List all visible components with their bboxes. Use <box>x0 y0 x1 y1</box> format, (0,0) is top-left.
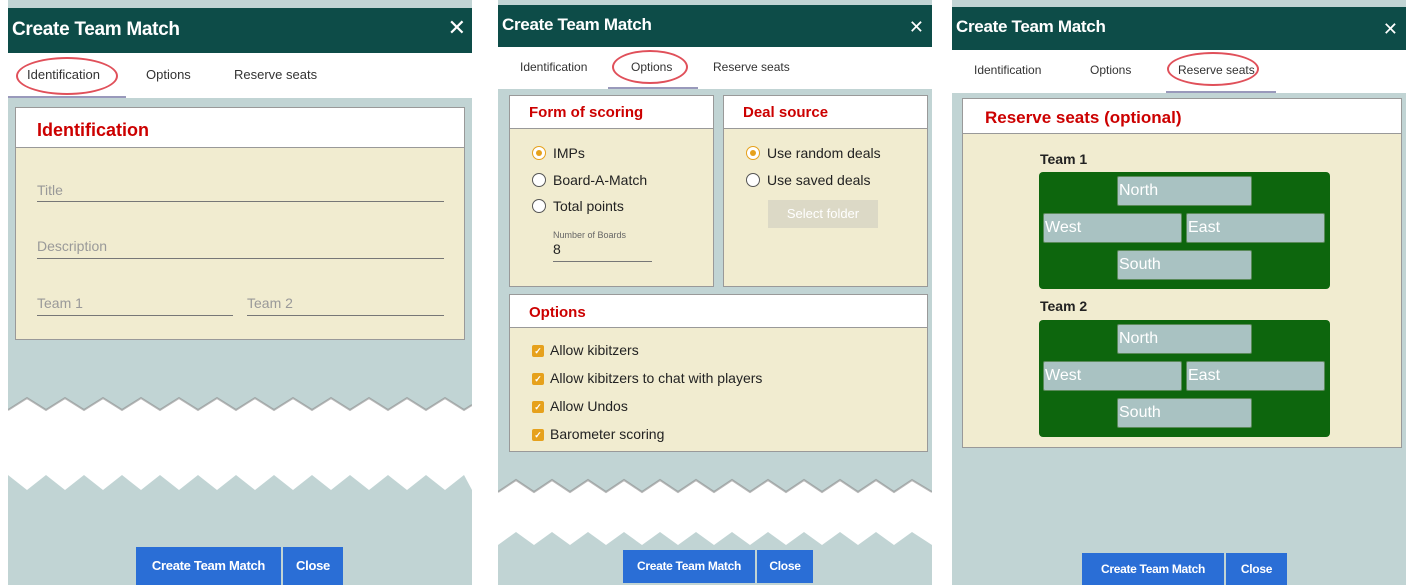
team2-name: Team 2 <box>1040 298 1088 314</box>
imps-label: IMPs <box>553 145 585 161</box>
saved-deals-radio[interactable] <box>746 173 760 187</box>
allow-kibitzers-checkbox[interactable]: ✓ <box>532 345 544 357</box>
boards-label: Number of Boards <box>553 230 627 240</box>
tab-options[interactable]: Options <box>1090 63 1131 77</box>
tab-reserve-seats[interactable]: Reserve seats <box>234 67 317 82</box>
close-button[interactable]: Close <box>757 550 813 583</box>
deal-source-heading: Deal source <box>724 96 927 129</box>
team2-south-seat[interactable]: South <box>1117 398 1252 428</box>
scoring-card: Form of scoring IMPs Board-A-Match Total… <box>509 95 714 287</box>
tab-identification[interactable]: Identification <box>974 63 1041 77</box>
identification-heading: Identification <box>16 108 464 148</box>
tab-identification[interactable]: Identification <box>520 60 587 74</box>
highlight-ring <box>612 50 688 84</box>
reserve-seats-card: Reserve seats (optional) Team 1 North We… <box>962 98 1402 448</box>
highlight-ring <box>16 57 118 95</box>
identification-card: Identification Title Description Team 1 … <box>15 107 465 340</box>
team1-east-seat[interactable]: East <box>1186 213 1325 243</box>
create-team-match-button[interactable]: Create Team Match <box>136 547 281 585</box>
team1-name: Team 1 <box>1040 151 1088 167</box>
dialog-options: Create Team Match ✕ Identification Optio… <box>498 0 932 585</box>
team2-seat-table: North West East South <box>1039 320 1330 437</box>
highlight-ring <box>1167 52 1259 86</box>
board-a-match-label: Board-A-Match <box>553 172 648 188</box>
description-underline <box>37 258 444 259</box>
dialog-titlebar: Create Team Match ✕ <box>952 7 1406 50</box>
board-a-match-radio[interactable] <box>532 173 546 187</box>
team1-input[interactable]: Team 1 <box>37 295 83 311</box>
active-tab-indicator <box>1166 91 1276 93</box>
kibitzer-chat-checkbox[interactable]: ✓ <box>532 373 544 385</box>
create-team-match-button[interactable]: Create Team Match <box>623 550 755 583</box>
team2-east-seat[interactable]: East <box>1186 361 1325 391</box>
total-points-radio[interactable] <box>532 199 546 213</box>
allow-kibitzers-label: Allow kibitzers <box>550 342 639 358</box>
team2-west-seat[interactable]: West <box>1043 361 1182 391</box>
boards-input[interactable]: 8 <box>553 241 561 257</box>
dialog-title: Create Team Match <box>956 17 1106 36</box>
team2-north-seat[interactable]: North <box>1117 324 1252 354</box>
dialog-title: Create Team Match <box>12 19 180 40</box>
random-deals-radio[interactable] <box>746 146 760 160</box>
tab-options[interactable]: Options <box>146 67 191 82</box>
tab-bar: Identification Options Reserve seats <box>952 50 1406 93</box>
tab-bar: Identification Options Reserve seats <box>8 53 472 98</box>
allow-undos-label: Allow Undos <box>550 398 628 414</box>
team1-north-seat[interactable]: North <box>1117 176 1252 206</box>
barometer-label: Barometer scoring <box>550 426 665 442</box>
random-deals-label: Use random deals <box>767 145 881 161</box>
team2-input[interactable]: Team 2 <box>247 295 293 311</box>
close-icon[interactable]: ✕ <box>909 16 924 38</box>
description-input[interactable]: Description <box>37 238 107 254</box>
boards-underline <box>553 261 652 262</box>
torn-edge-divider <box>8 396 472 490</box>
close-icon[interactable]: ✕ <box>1383 18 1398 40</box>
torn-edge-divider <box>498 478 932 545</box>
dialog-titlebar: Create Team Match ✕ <box>498 5 932 47</box>
create-team-match-button[interactable]: Create Team Match <box>1082 553 1224 585</box>
barometer-checkbox[interactable]: ✓ <box>532 429 544 441</box>
close-button[interactable]: Close <box>1226 553 1287 585</box>
dialog-title: Create Team Match <box>502 15 652 34</box>
deal-source-card: Deal source Use random deals Use saved d… <box>723 95 928 287</box>
saved-deals-label: Use saved deals <box>767 172 871 188</box>
dialog-identification: Create Team Match ✕ Identification Optio… <box>8 0 472 585</box>
title-underline <box>37 201 444 202</box>
team1-underline <box>37 315 233 316</box>
options-card: Options ✓ Allow kibitzers ✓ Allow kibitz… <box>509 294 928 452</box>
select-folder-button[interactable]: Select folder <box>768 200 878 228</box>
close-icon[interactable]: ✕ <box>448 17 466 39</box>
close-button[interactable]: Close <box>283 547 343 585</box>
dialog-reserve-seats: Create Team Match ✕ Identification Optio… <box>952 0 1406 585</box>
allow-undos-checkbox[interactable]: ✓ <box>532 401 544 413</box>
kibitzer-chat-label: Allow kibitzers to chat with players <box>550 370 763 386</box>
tab-reserve-seats[interactable]: Reserve seats <box>713 60 790 74</box>
team1-seat-table: North West East South <box>1039 172 1330 289</box>
imps-radio[interactable] <box>532 146 546 160</box>
team1-south-seat[interactable]: South <box>1117 250 1252 280</box>
dialog-titlebar: Create Team Match ✕ <box>8 8 472 53</box>
reserve-seats-heading: Reserve seats (optional) <box>963 99 1401 134</box>
scoring-heading: Form of scoring <box>510 96 713 129</box>
active-tab-indicator <box>8 96 126 98</box>
team2-underline <box>247 315 444 316</box>
active-tab-indicator <box>608 87 698 89</box>
tab-bar: Identification Options Reserve seats <box>498 47 932 89</box>
total-points-label: Total points <box>553 198 624 214</box>
team1-west-seat[interactable]: West <box>1043 213 1182 243</box>
options-heading: Options <box>510 295 927 328</box>
title-input[interactable]: Title <box>37 182 63 198</box>
